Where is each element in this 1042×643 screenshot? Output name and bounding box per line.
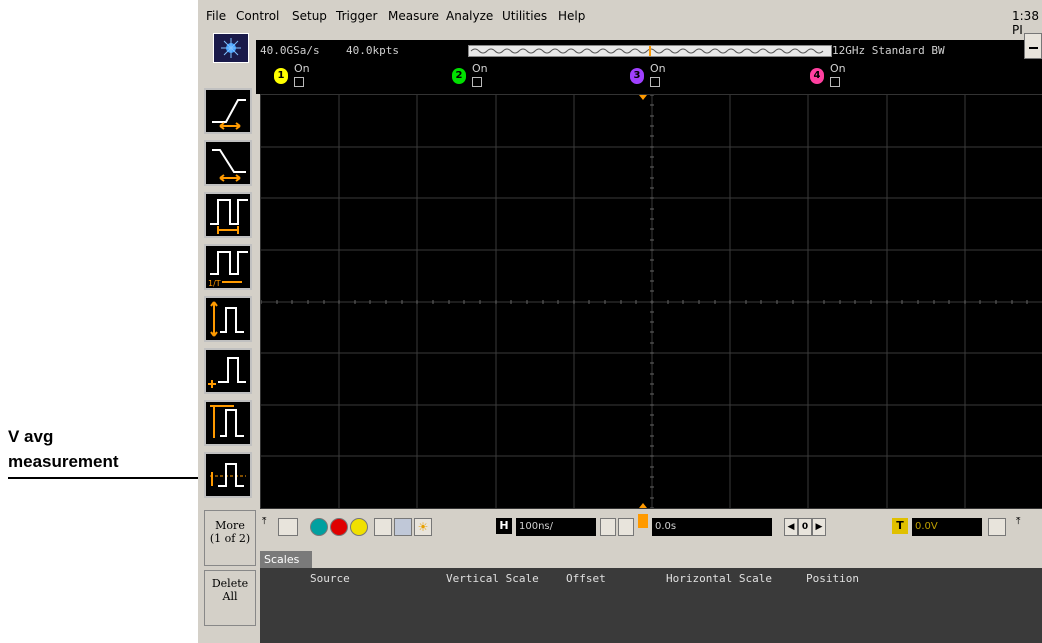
trigger-top-marker-icon <box>639 95 647 100</box>
channel-4-badge[interactable]: 4 <box>810 68 824 84</box>
menu-measure[interactable]: Measure <box>388 9 439 23</box>
svg-text:1/T: 1/T <box>208 279 221 288</box>
trigger-level-field[interactable]: 0.0V <box>912 518 982 536</box>
channel-2-on-label: On <box>472 62 488 75</box>
control-bar: ⤒ ☀ H 100ns/ 0.0s ◀ 0 ▶ T 0.0V ⤒ <box>260 510 1042 552</box>
yellow-color-button[interactable] <box>350 518 368 536</box>
col-vertical-scale: Vertical Scale <box>446 572 539 585</box>
channel-1-checkbox[interactable] <box>294 77 304 87</box>
oscilloscope-window: File Control Setup Trigger Measure Analy… <box>198 0 1042 643</box>
minimize-button[interactable] <box>1024 33 1042 59</box>
waveform-edge-button[interactable] <box>618 518 634 536</box>
frequency-button[interactable]: 1/T <box>204 244 252 290</box>
nav-left-button[interactable]: ◀ <box>784 518 798 536</box>
col-horizontal-scale: Horizontal Scale <box>666 572 772 585</box>
timebase-overview-bar[interactable] <box>468 45 832 57</box>
red-color-button[interactable] <box>330 518 348 536</box>
channel-2-checkbox[interactable] <box>472 77 482 87</box>
trigger-markers <box>639 95 647 508</box>
channel-3-badge[interactable]: 3 <box>630 68 644 84</box>
trigger-position-marker <box>649 46 651 56</box>
bandwidth-label: 12GHz Standard BW <box>832 44 945 57</box>
pin-icon[interactable]: ⤒ <box>262 516 270 530</box>
vpp-icon <box>210 301 244 337</box>
print-icon[interactable] <box>394 518 412 536</box>
horizontal-position-marker <box>638 514 648 528</box>
menu-analyze[interactable]: Analyze <box>446 9 493 23</box>
waveform-display[interactable] <box>260 94 1042 509</box>
callout-label-line1: V avg <box>8 427 54 446</box>
delete-label: Delete <box>211 577 249 590</box>
col-position: Position <box>806 572 859 585</box>
sample-rate: 40.0GSa/s <box>260 44 320 57</box>
channel-1-badge[interactable]: 1 <box>274 68 288 84</box>
vmin-button[interactable] <box>204 348 252 394</box>
period-button[interactable] <box>204 192 252 238</box>
measurement-toolbar: 1/T More (1 of 2) Delete All <box>202 86 256 626</box>
menu-help[interactable]: Help <box>558 9 585 23</box>
tab-scales[interactable]: Scales <box>260 551 312 569</box>
channel-3-on-label: On <box>650 62 666 75</box>
channel-4-on-label: On <box>830 62 846 75</box>
menu-control[interactable]: Control <box>236 9 279 23</box>
vavg-button[interactable] <box>204 452 252 498</box>
channel-4-checkbox[interactable] <box>830 77 840 87</box>
delete-all-button[interactable]: Delete All <box>204 570 256 626</box>
pin-icon-right[interactable]: ⤒ <box>1016 516 1024 530</box>
channel-bar: 1 On 2 On 3 On 4 On <box>256 60 1042 94</box>
brightness-icon[interactable]: ☀ <box>414 518 432 536</box>
col-offset: Offset <box>566 572 606 585</box>
vmax-icon <box>210 405 244 438</box>
callout-label-line2: measurement <box>8 452 119 471</box>
frequency-icon: 1/T <box>208 251 248 288</box>
memory-depth: 40.0kpts <box>346 44 399 57</box>
waveform-sin-button[interactable] <box>600 518 616 536</box>
nav-value[interactable]: 0 <box>798 518 812 536</box>
rise-time-icon <box>212 99 246 130</box>
delete-all-label: All <box>222 590 238 603</box>
nav-right-button[interactable]: ▶ <box>812 518 826 536</box>
trigger-level-spinner[interactable] <box>988 518 1006 536</box>
vavg-icon <box>210 463 246 487</box>
display-settings-icon[interactable] <box>374 518 392 536</box>
callout-pointer-line <box>8 477 198 479</box>
more-label: More <box>215 519 245 532</box>
trigger-bottom-marker-icon <box>639 503 647 508</box>
fall-time-button[interactable] <box>204 140 252 186</box>
more-measurements-button[interactable]: More (1 of 2) <box>204 510 256 566</box>
menu-bar: File Control Setup Trigger Measure Analy… <box>198 0 1042 37</box>
vmax-button[interactable] <box>204 400 252 446</box>
col-source: Source <box>310 572 350 585</box>
fall-time-icon <box>212 149 246 182</box>
menu-trigger[interactable]: Trigger <box>336 9 377 23</box>
horizontal-position-field[interactable]: 0.0s <box>652 518 772 536</box>
menu-file[interactable]: File <box>206 9 226 23</box>
more-page-label: (1 of 2) <box>209 532 251 545</box>
channel-3-checkbox[interactable] <box>650 77 660 87</box>
period-icon <box>210 199 248 234</box>
horizontal-scale-field[interactable]: 100ns/ <box>516 518 596 536</box>
vertical-spinner[interactable] <box>278 518 298 536</box>
acquisition-status-bar: 40.0GSa/s 40.0kpts 12GHz Standard BW <box>256 40 1042 60</box>
vpp-button[interactable] <box>204 296 252 342</box>
logo-icon <box>213 33 249 63</box>
menu-utilities[interactable]: Utilities <box>502 9 547 23</box>
menu-setup[interactable]: Setup <box>292 9 327 23</box>
vmin-icon <box>208 357 246 388</box>
horizontal-h-icon: H <box>496 518 512 534</box>
trigger-t-icon: T <box>892 518 908 534</box>
rise-time-button[interactable] <box>204 88 252 134</box>
cyan-color-button[interactable] <box>310 518 328 536</box>
channel-1-on-label: On <box>294 62 310 75</box>
channel-2-badge[interactable]: 2 <box>452 68 466 84</box>
scales-panel: Source Vertical Scale Offset Horizontal … <box>260 568 1042 643</box>
